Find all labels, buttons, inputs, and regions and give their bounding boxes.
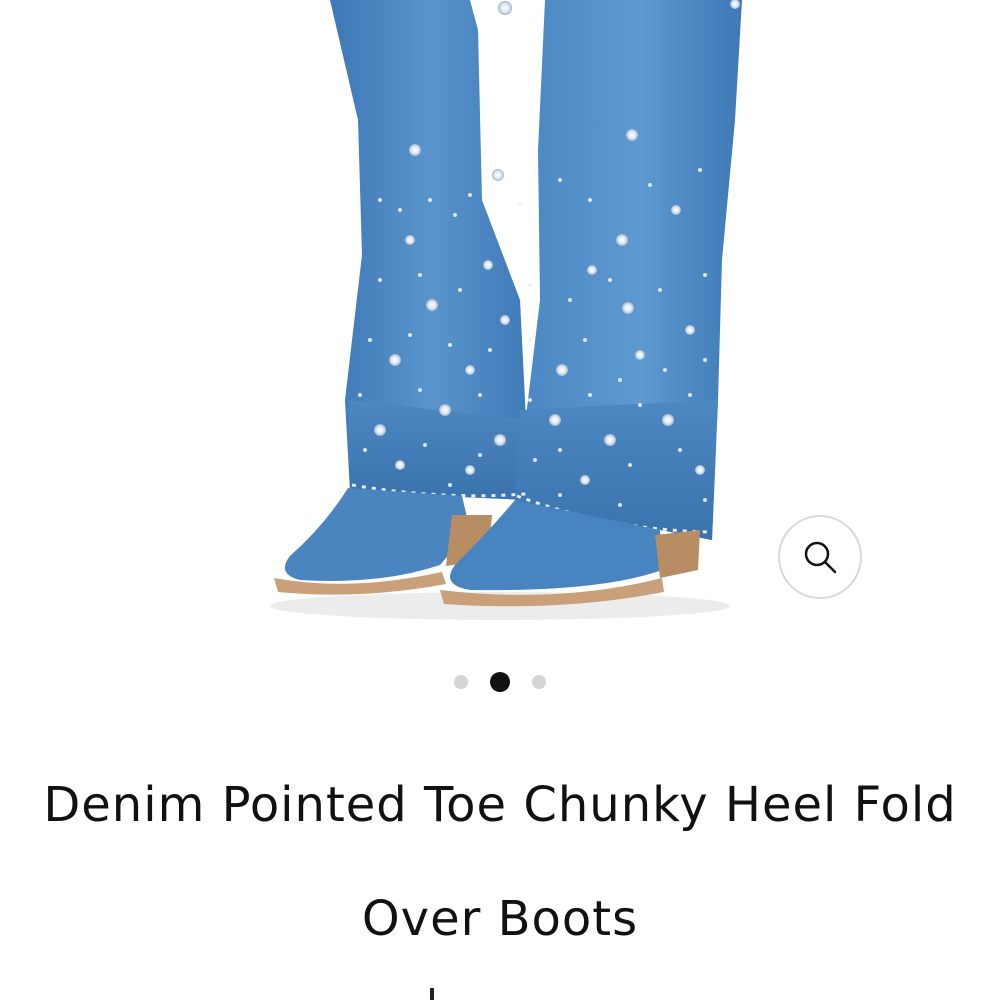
price-partial	[420, 988, 440, 1000]
image-pagination	[0, 670, 1000, 694]
pagination-dot-1[interactable]	[454, 675, 468, 689]
pagination-dot-3[interactable]	[532, 675, 546, 689]
product-image-gallery[interactable]	[0, 0, 1000, 630]
product-page: Denim Pointed Toe Chunky Heel Fold Over …	[0, 0, 1000, 1000]
product-title: Denim Pointed Toe Chunky Heel Fold Over …	[43, 777, 957, 947]
search-icon	[804, 541, 837, 574]
zoom-button[interactable]	[778, 515, 862, 599]
pagination-dot-2[interactable]	[490, 672, 510, 692]
